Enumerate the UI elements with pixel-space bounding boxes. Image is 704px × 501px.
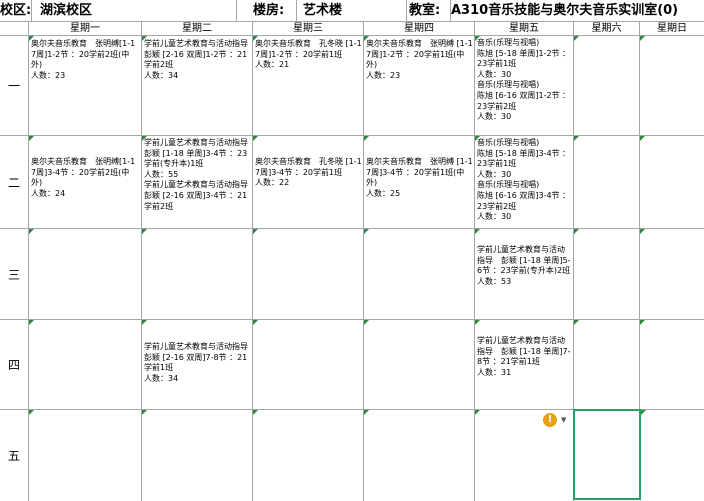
building-label: 楼房:	[237, 0, 297, 22]
day-header-sat[interactable]: 星期六	[574, 22, 640, 36]
day-header-wed[interactable]: 星期三	[253, 22, 364, 36]
period-label-5[interactable]: 五	[0, 410, 29, 501]
cell-r3-wed[interactable]	[253, 229, 364, 320]
cell-r1-tue[interactable]: 学前儿童艺术教育与活动指导 彭颖 [2-16 双周]1-2节 ：21学前2班 人…	[142, 36, 253, 136]
cell-r5-sun[interactable]	[641, 410, 704, 501]
cell-r3-sat[interactable]	[574, 229, 640, 320]
cell-r1-sun[interactable]	[640, 36, 704, 136]
warning-icon[interactable]: !	[543, 413, 557, 427]
corner-cell[interactable]	[0, 22, 29, 36]
cell-r5-sat-selected[interactable]	[573, 409, 641, 500]
period-label-3[interactable]: 三	[0, 229, 29, 320]
cell-r2-mon[interactable]: 奥尔夫音乐教育 张明缚[1-17周]3-4节 ：20学前2班(中外) 人数：24	[29, 136, 142, 229]
course-entry: 学前儿童艺术教育与活动指导 彭颖 [1-18 单周]7-8节 ：21学前1班 人…	[477, 336, 571, 377]
course-entry: 奥尔夫音乐教育 孔冬晓 [1-17周]1-2节 ：20学前1班 人数：21	[255, 39, 362, 70]
course-entry: 学前儿童艺术教育与活动指导 彭颖 [1-18 单周]5-6节 ：23学前(专升本…	[477, 245, 571, 286]
cell-r4-sun[interactable]	[640, 320, 704, 410]
cell-r3-fri[interactable]: 学前儿童艺术教育与活动指导 彭颖 [1-18 单周]5-6节 ：23学前(专升本…	[475, 229, 574, 320]
room-value[interactable]: A310音乐技能与奥尔夫音乐实训室(0)	[451, 0, 704, 22]
cell-r3-mon[interactable]	[29, 229, 142, 320]
cell-r1-thu[interactable]: 奥尔夫音乐教育 张明缚 [1-17周]1-2节 ：20学前1班(中外) 人数：2…	[364, 36, 475, 136]
cell-r2-thu[interactable]: 奥尔夫音乐教育 张明缚 [1-17周]3-4节 ：20学前1班(中外) 人数：2…	[364, 136, 475, 229]
room-label: 教室:	[407, 0, 451, 22]
cell-r4-mon[interactable]	[29, 320, 142, 410]
dropdown-caret-icon[interactable]: ▼	[561, 416, 566, 424]
campus-label: 校区:	[0, 0, 32, 22]
cell-r2-sun[interactable]	[640, 136, 704, 229]
campus-value[interactable]: 湖滨校区	[32, 0, 237, 22]
building-value[interactable]: 艺术楼	[297, 0, 407, 22]
day-header-fri[interactable]: 星期五	[475, 22, 574, 36]
course-entry: 奥尔夫音乐教育 张明缚[1-17周]3-4节 ：20学前2班(中外) 人数：24	[31, 157, 136, 198]
cell-r4-tue[interactable]: 学前儿童艺术教育与活动指导 彭颖 [2-16 双周]7-8节 ：21学前1班 人…	[142, 320, 253, 410]
cell-r4-wed[interactable]	[253, 320, 364, 410]
period-label-4[interactable]: 四	[0, 320, 29, 410]
cell-r1-mon[interactable]: 奥尔夫音乐教育 张明缚[1-17周]1-2节 ：20学前2班(中外) 人数：23	[29, 36, 142, 136]
course-entry: 学前儿童艺术教育与活动指导 彭颖 [2-16 双周]7-8节 ：21学前1班 人…	[144, 342, 248, 383]
period-label-1[interactable]: 一	[0, 36, 29, 136]
course-entry: 音乐(乐理与视唱) 陈旭 [5-18 单周]3-4节 ：23学前1班 人数：30…	[477, 138, 571, 222]
day-header-sun[interactable]: 星期日	[640, 22, 704, 36]
course-entry: 奥尔夫音乐教育 张明缚 [1-17周]3-4节 ：20学前1班(中外) 人数：2…	[366, 157, 473, 198]
cell-r5-thu[interactable]	[364, 410, 475, 501]
cell-r3-sun[interactable]	[640, 229, 704, 320]
course-entry: 奥尔夫音乐教育 张明缚[1-17周]1-2节 ：20学前2班(中外) 人数：23	[31, 39, 136, 80]
cell-r4-thu[interactable]	[364, 320, 475, 410]
cell-r1-wed[interactable]: 奥尔夫音乐教育 孔冬晓 [1-17周]1-2节 ：20学前1班 人数：21	[253, 36, 364, 136]
cell-r1-fri[interactable]: 音乐(乐理与视唱) 陈旭 [5-18 单周]1-2节 ：23学前1班 人数：30…	[475, 36, 574, 136]
cell-r5-fri[interactable]	[475, 410, 574, 501]
cell-r2-wed[interactable]: 奥尔夫音乐教育 孔冬晓 [1-17周]3-4节 ：20学前1班 人数：22	[253, 136, 364, 229]
cell-r4-sat[interactable]	[574, 320, 640, 410]
course-entry: 奥尔夫音乐教育 张明缚 [1-17周]1-2节 ：20学前1班(中外) 人数：2…	[366, 39, 473, 80]
cell-r5-wed[interactable]	[253, 410, 364, 501]
cell-r2-tue[interactable]: 学前儿童艺术教育与活动指导 彭颖 [1-18 单周]3-4节 ：23学前(专升本…	[142, 136, 253, 229]
course-entry: 音乐(乐理与视唱) 陈旭 [5-18 单周]1-2节 ：23学前1班 人数：30…	[477, 38, 571, 122]
cell-r4-fri[interactable]: 学前儿童艺术教育与活动指导 彭颖 [1-18 单周]7-8节 ：21学前1班 人…	[475, 320, 574, 410]
day-header-thu[interactable]: 星期四	[364, 22, 475, 36]
course-entry: 学前儿童艺术教育与活动指导 彭颖 [1-18 单周]3-4节 ：23学前(专升本…	[144, 138, 248, 211]
day-header-tue[interactable]: 星期二	[142, 22, 253, 36]
course-entry: 学前儿童艺术教育与活动指导 彭颖 [2-16 双周]1-2节 ：21学前2班 人…	[144, 39, 248, 80]
cell-r3-thu[interactable]	[364, 229, 475, 320]
day-header-mon[interactable]: 星期一	[29, 22, 142, 36]
cell-r1-sat[interactable]	[574, 36, 640, 136]
cell-r2-sat[interactable]	[574, 136, 640, 229]
course-entry: 奥尔夫音乐教育 孔冬晓 [1-17周]3-4节 ：20学前1班 人数：22	[255, 157, 362, 188]
cell-r5-tue[interactable]	[142, 410, 253, 501]
cell-r2-fri[interactable]: 音乐(乐理与视唱) 陈旭 [5-18 单周]3-4节 ：23学前1班 人数：30…	[475, 136, 574, 229]
period-label-2[interactable]: 二	[0, 136, 29, 229]
cell-r5-mon[interactable]	[29, 410, 142, 501]
cell-r3-tue[interactable]	[142, 229, 253, 320]
